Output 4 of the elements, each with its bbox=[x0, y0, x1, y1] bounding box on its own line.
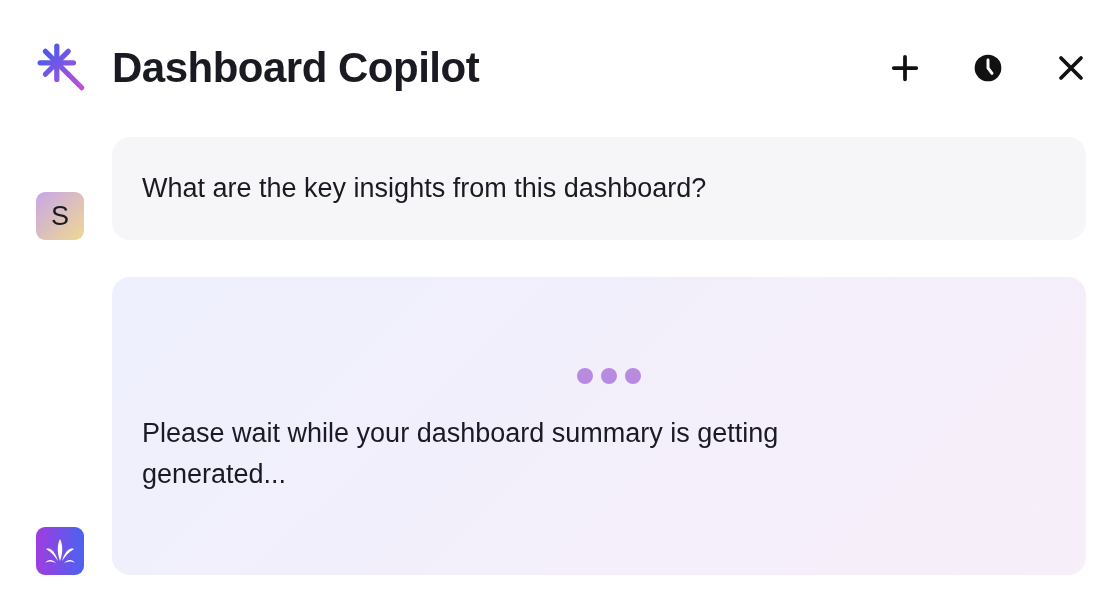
panel-title: Dashboard Copilot bbox=[112, 44, 480, 92]
message-text: Please wait while your dashboard summary is getting generated... bbox=[142, 417, 780, 491]
user-avatar: S bbox=[36, 192, 84, 240]
message-text: What are the key insights from this dashboard? bbox=[142, 173, 707, 204]
